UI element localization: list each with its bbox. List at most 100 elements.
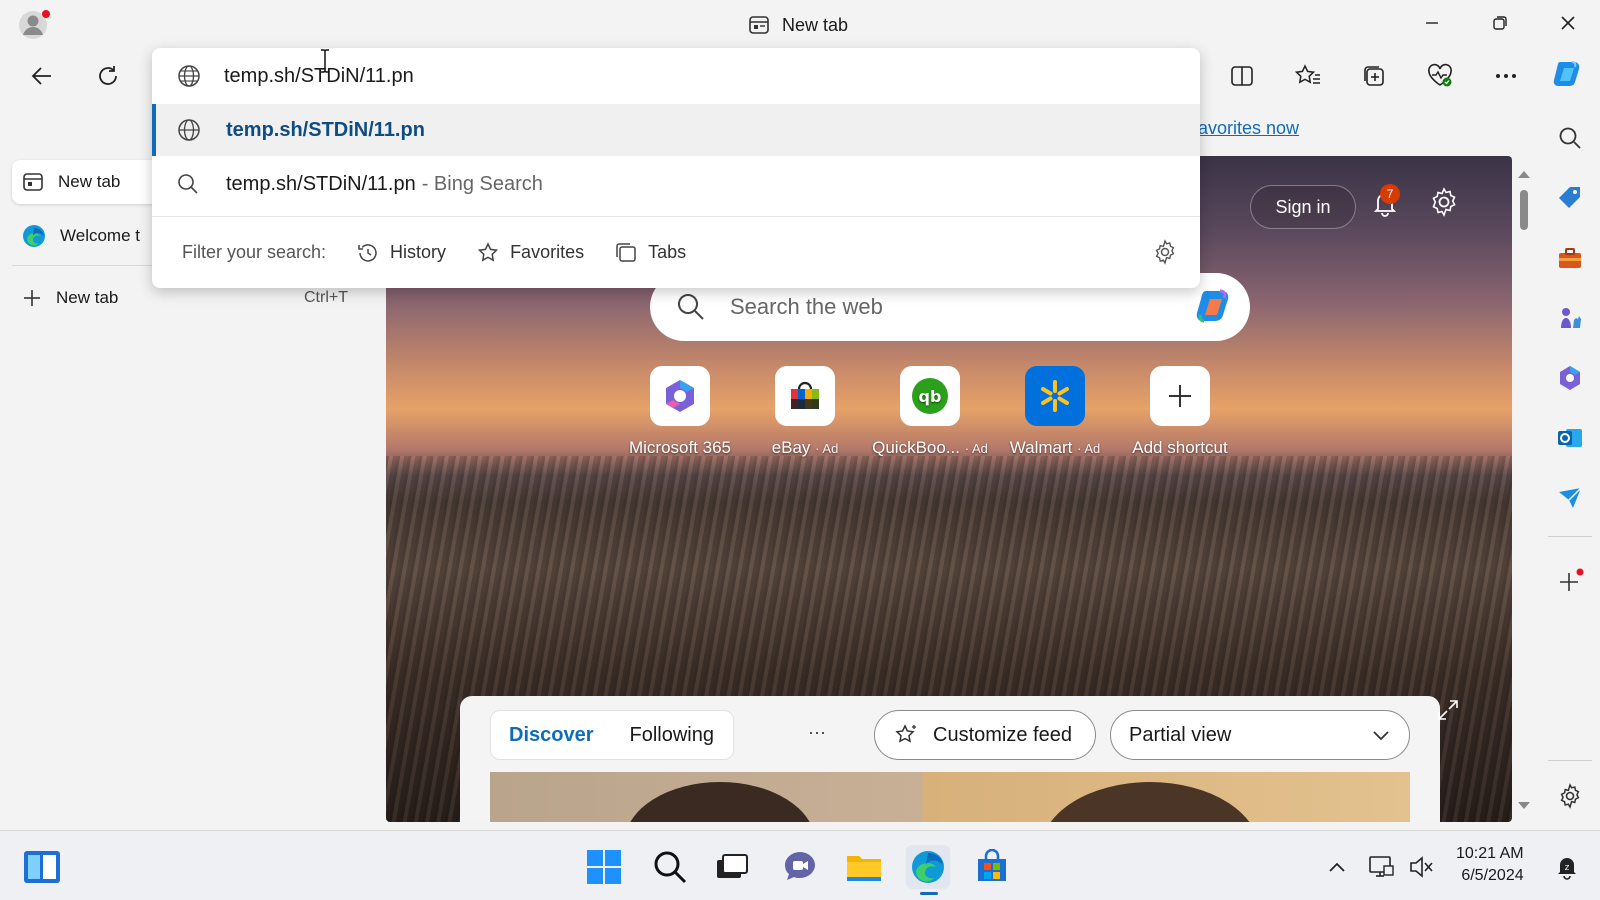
expand-feed-button[interactable] (1436, 698, 1460, 722)
teams-chat-button[interactable] (778, 845, 822, 889)
vertical-tab-label: New tab (58, 172, 121, 191)
notification-bell-icon: z (1558, 858, 1576, 880)
filter-tabs-label: Tabs (648, 242, 687, 262)
settings-and-more-button[interactable] (1486, 56, 1526, 96)
edge-sidebar (1540, 110, 1600, 830)
expand-icon (1438, 700, 1458, 720)
window-title: New tab (748, 12, 848, 38)
search-icon (1559, 127, 1581, 149)
network-status-button[interactable] (1364, 845, 1398, 889)
search-settings-button[interactable] (1152, 239, 1178, 265)
feed-view-select[interactable]: Partial view (1110, 710, 1410, 760)
filter-favorites[interactable]: Favorites (476, 241, 584, 265)
search-icon (678, 294, 704, 320)
favorites-button[interactable] (1288, 56, 1328, 96)
sidebar-add-app-button[interactable] (1550, 562, 1590, 602)
task-view-button[interactable] (710, 845, 754, 889)
sidebar-games-button[interactable] (1550, 298, 1590, 338)
edge-logo-icon (912, 851, 944, 883)
filter-history-label: History (390, 242, 447, 262)
collections-icon (1364, 66, 1384, 86)
ebay-bag-icon (775, 366, 835, 426)
task-view-icon (717, 854, 748, 878)
sidebar-tools-button[interactable] (1550, 238, 1590, 278)
feed-article-image[interactable] (490, 772, 1410, 822)
sidebar-send-button[interactable] (1550, 478, 1590, 518)
sidebar-outlook-button[interactable] (1550, 418, 1590, 458)
edge-taskbar-button[interactable] (906, 845, 950, 895)
page-settings-button[interactable] (1428, 186, 1460, 218)
sidebar-microsoft-365-button[interactable] (1550, 358, 1590, 398)
back-button[interactable] (22, 56, 62, 96)
filter-favorites-label: Favorites (510, 242, 585, 262)
customize-feed-label: Customize feed (933, 723, 1072, 746)
store-bag-icon (978, 849, 1006, 881)
globe-icon (178, 65, 200, 87)
web-search-input[interactable] (730, 294, 1150, 320)
add-shortcut-button[interactable]: Add shortcut (1116, 366, 1244, 458)
browser-essentials-button[interactable] (1420, 56, 1460, 96)
start-button[interactable] (582, 845, 626, 889)
network-monitor-icon (1369, 856, 1394, 877)
sidebar-settings-button[interactable] (1550, 776, 1590, 816)
back-arrow-icon (31, 67, 51, 85)
new-tab-shortcut: Ctrl+T (304, 289, 348, 306)
suggestion-bing-search[interactable]: temp.sh/STDiN/11.pn - Bing Search (152, 158, 1200, 210)
title-bar: New tab (0, 0, 1600, 48)
tab-following[interactable]: Following (630, 724, 714, 747)
toolbox-icon (1559, 248, 1581, 268)
split-screen-button[interactable] (1222, 56, 1262, 96)
import-favorites-link[interactable]: avorites now (1198, 118, 1299, 139)
windows-taskbar: 10:21 AM 6/5/2024 z (0, 830, 1600, 900)
system-clock[interactable]: 10:21 AM 6/5/2024 (1456, 843, 1524, 887)
customize-feed-button[interactable]: Customize feed (874, 710, 1096, 760)
search-icon (654, 851, 687, 884)
ad-label: · Ad (815, 441, 839, 456)
file-explorer-button[interactable] (842, 845, 886, 889)
vertical-tab-welcome[interactable]: Welcome t (12, 214, 140, 258)
outlook-icon (1558, 429, 1582, 447)
plus-icon (1150, 366, 1210, 426)
shortcut-quickbooks[interactable]: qb QuickBoo... · Ad (866, 366, 994, 458)
filter-history[interactable]: History (356, 241, 446, 265)
search-icon (178, 174, 198, 194)
window-title-text: New tab (782, 14, 849, 35)
more-dots-icon (1496, 74, 1516, 78)
show-hidden-icons-button[interactable] (1322, 845, 1352, 889)
gear-icon (1560, 783, 1580, 809)
address-input[interactable] (224, 64, 1124, 88)
sidebar-shopping-button[interactable] (1550, 178, 1590, 218)
tab-discover[interactable]: Discover (509, 724, 594, 747)
filter-tabs[interactable]: Tabs (614, 241, 686, 265)
widgets-button[interactable] (20, 845, 64, 889)
quickbooks-icon: qb (900, 366, 960, 426)
taskbar-search-button[interactable] (648, 845, 692, 889)
shortcut-walmart[interactable]: Walmart · Ad (991, 366, 1119, 458)
plus-icon (22, 288, 42, 308)
feed-more-button[interactable]: ··· (808, 722, 826, 743)
minimize-button[interactable] (1412, 8, 1452, 38)
shortcut-label: QuickBoo... (872, 438, 960, 457)
close-window-button[interactable] (1548, 8, 1588, 38)
sparkle-star-icon (895, 724, 916, 743)
shortcut-label: Microsoft 365 (628, 438, 732, 457)
refresh-button[interactable] (88, 56, 128, 96)
page-scrollbar[interactable] (1514, 160, 1534, 820)
sidebar-search-button[interactable] (1550, 118, 1590, 158)
microsoft-store-button[interactable] (970, 845, 1014, 889)
sign-in-button[interactable]: Sign in (1250, 185, 1356, 229)
address-bar[interactable] (152, 48, 1200, 104)
shortcut-microsoft-365[interactable]: Microsoft 365 (616, 366, 744, 458)
collections-button[interactable] (1354, 56, 1394, 96)
restore-button[interactable] (1480, 8, 1520, 38)
profile-avatar[interactable] (18, 8, 52, 42)
shortcut-ebay[interactable]: eBay · Ad (741, 366, 869, 458)
volume-muted-button[interactable] (1404, 845, 1438, 889)
notification-center-button[interactable]: z (1550, 845, 1584, 889)
suggestion-url[interactable]: temp.sh/STDiN/11.pn (152, 104, 1200, 156)
shortcut-label: eBay (771, 438, 811, 457)
feed-tabs: Discover Following (490, 710, 734, 760)
copilot-button[interactable] (1548, 54, 1588, 94)
copilot-search-icon[interactable] (1192, 285, 1236, 329)
clock-date: 6/5/2024 (1461, 867, 1524, 884)
